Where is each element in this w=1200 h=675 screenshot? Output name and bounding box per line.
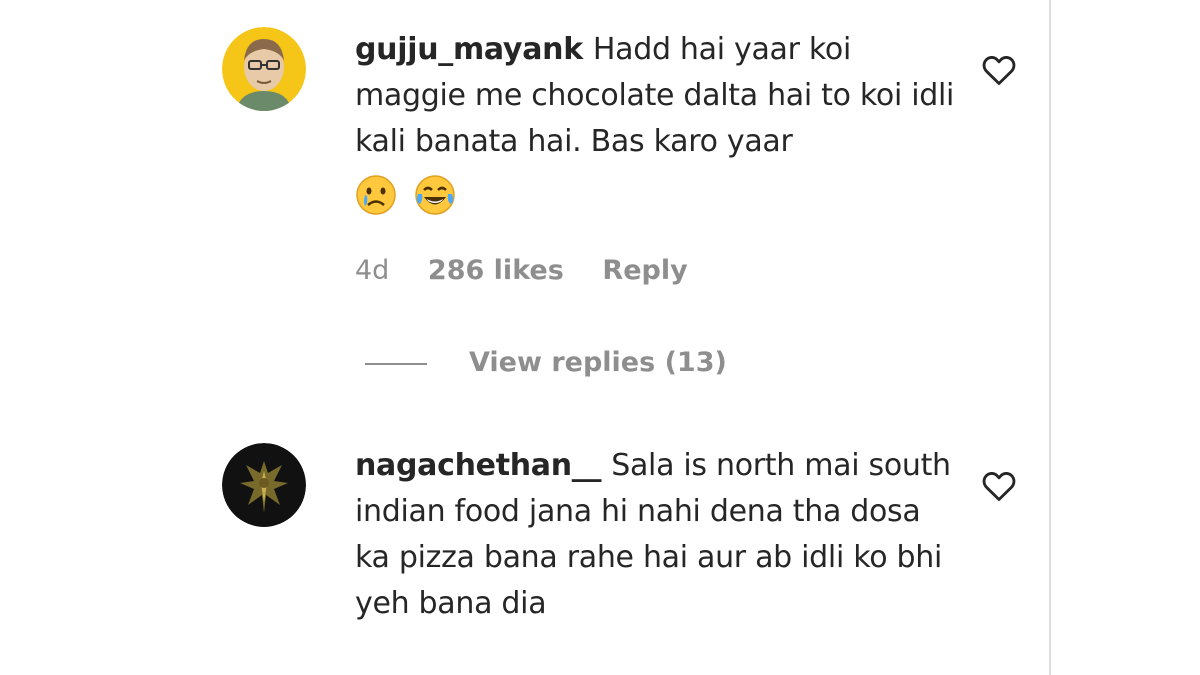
comments-panel: gujju_mayank Hadd hai yaar koi maggie me … (0, 0, 1200, 675)
comment-username[interactable]: nagachethan__ (355, 448, 602, 483)
emoji-row (355, 171, 955, 215)
comment-body: gujju_mayank Hadd hai yaar koi maggie me … (355, 27, 955, 215)
tears-of-joy-emoji-icon (415, 174, 455, 215)
comment-username[interactable]: gujju_mayank (355, 32, 583, 67)
likes-count[interactable]: 286 likes (428, 255, 564, 286)
reply-button[interactable]: Reply (602, 255, 687, 286)
comment-meta: 4d 286 likes Reply (355, 255, 718, 286)
user-avatar-icon (222, 27, 306, 111)
comment-body: nagachethan__ Sala is north mai south ind… (355, 443, 955, 627)
panel-divider (1049, 0, 1051, 675)
comment-age: 4d (355, 255, 390, 286)
user-avatar-icon (222, 443, 306, 527)
replies-divider-line (365, 362, 427, 365)
view-replies-button[interactable]: View replies (13) (365, 347, 727, 378)
heart-outline-icon[interactable] (980, 467, 1018, 505)
avatar[interactable] (222, 27, 306, 111)
view-replies-label[interactable]: View replies (13) (469, 347, 727, 378)
heart-outline-icon[interactable] (980, 51, 1018, 89)
avatar[interactable] (222, 443, 306, 527)
crying-face-emoji-icon (356, 174, 396, 215)
